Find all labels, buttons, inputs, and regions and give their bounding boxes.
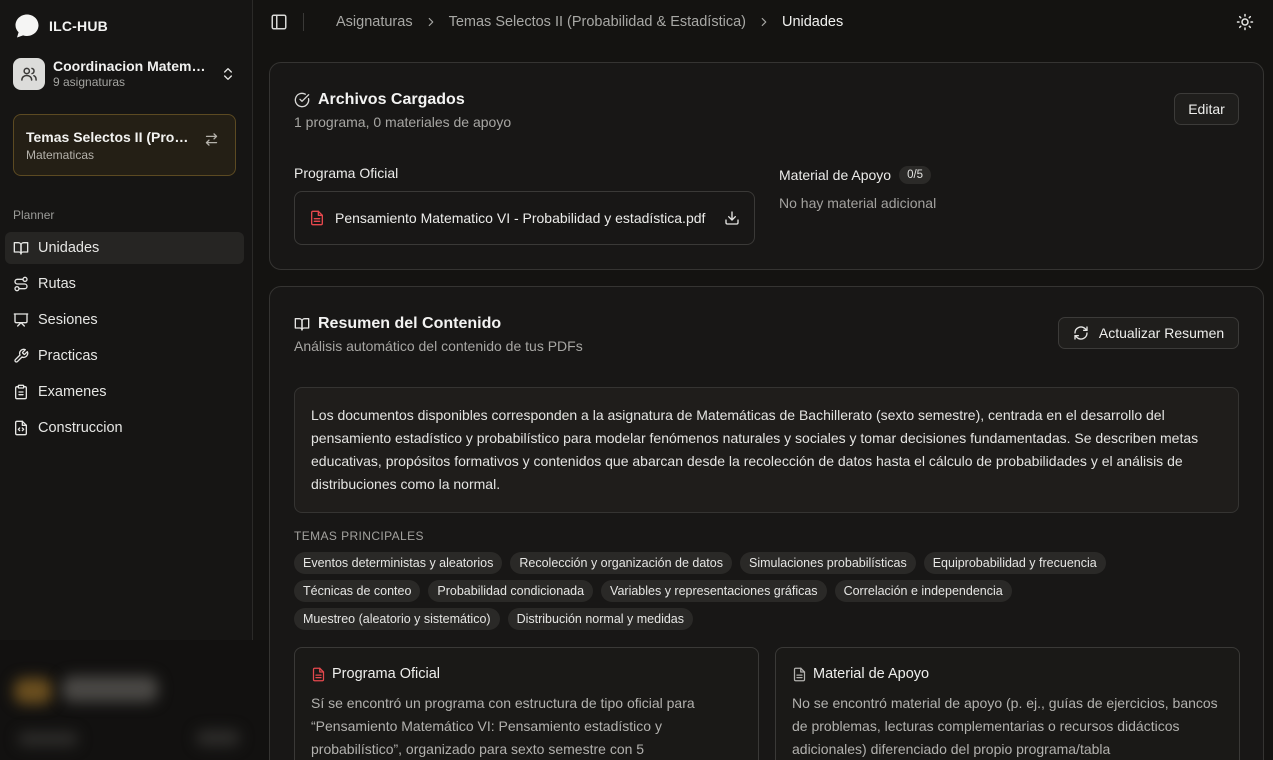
topic-chip: Muestreo (aleatorio y sistemático) xyxy=(294,608,500,630)
blurred-user-area xyxy=(0,640,270,760)
sidebar-item-label: Practicas xyxy=(38,348,98,364)
program-label: Programa Oficial xyxy=(294,165,399,181)
material-count-badge: 0/5 xyxy=(899,166,932,184)
workspace-subtitle: 9 asignaturas xyxy=(53,75,126,89)
workspace-switcher[interactable]: Coordinacion Matematicas 9 asignaturas xyxy=(13,57,238,91)
files-card-title: Archivos Cargados xyxy=(318,91,465,108)
topics-label: TEMAS PRINCIPALES xyxy=(294,529,424,543)
topbar-divider xyxy=(303,13,304,31)
material-summary-text: No se encontró material de apoyo (p. ej.… xyxy=(792,695,1218,757)
topic-chip: Correlación e independencia xyxy=(834,580,1012,602)
program-summary-card: Programa Oficial Sí se encontró un progr… xyxy=(294,647,759,760)
users-icon xyxy=(13,58,45,90)
material-label: Material de Apoyo xyxy=(779,167,892,183)
breadcrumb-asignaturas[interactable]: Asignaturas xyxy=(336,14,413,30)
refresh-summary-label: Actualizar Resumen xyxy=(1098,325,1225,341)
topic-chip: Simulaciones probabilísticas xyxy=(739,552,916,574)
sidebar-toggle-icon[interactable] xyxy=(270,13,288,31)
sidebar-item-rutas[interactable]: Rutas xyxy=(5,268,244,300)
sidebar-item-label: Examenes xyxy=(38,384,107,400)
topic-chip: Técnicas de conteo xyxy=(294,580,421,602)
material-summary-card: Material de Apoyo No se encontró materia… xyxy=(775,647,1240,760)
refresh-icon xyxy=(1074,326,1088,340)
route-icon xyxy=(14,276,28,292)
sidebar: ILC-HUB Coordinacion Matematicas 9 asign… xyxy=(0,0,270,760)
download-icon[interactable] xyxy=(724,210,740,226)
program-file-row[interactable]: Pensamiento Matematico VI - Probabilidad… xyxy=(294,191,755,245)
sun-theme-toggle-icon[interactable] xyxy=(1236,13,1254,31)
sidebar-item-practicas[interactable]: Practicas xyxy=(5,340,244,372)
topic-chip: Probabilidad condicionada xyxy=(428,580,594,602)
pdf-file-icon xyxy=(312,667,325,681)
material-summary-title: Material de Apoyo xyxy=(813,666,930,682)
topbar: Asignaturas Temas Selectos II (Probabili… xyxy=(254,0,1273,44)
chevron-right-icon xyxy=(428,17,433,27)
refresh-summary-button[interactable]: Actualizar Resumen xyxy=(1058,317,1239,349)
course-subtitle: Matematicas xyxy=(26,148,95,162)
sidebar-item-construccion[interactable]: Construccion xyxy=(5,412,244,444)
chevrons-up-down-icon xyxy=(224,68,232,80)
check-circle-icon xyxy=(294,92,310,108)
sidebar-item-label: Sesiones xyxy=(38,312,98,328)
edit-button[interactable]: Editar xyxy=(1174,93,1239,125)
file-text-icon xyxy=(793,667,806,681)
presentation-icon xyxy=(13,313,29,327)
app-name: ILC-HUB xyxy=(49,18,108,34)
breadcrumb-current: Unidades xyxy=(781,14,844,30)
material-label-row: Material de Apoyo 0/5 xyxy=(779,166,932,184)
book-open-icon xyxy=(13,242,29,255)
course-title: Temas Selectos II (Probabilidad & Estadí… xyxy=(26,129,196,145)
swap-icon xyxy=(205,133,218,146)
wrench-icon xyxy=(14,348,29,363)
planner-section-label: Planner xyxy=(13,208,55,222)
material-empty-text: No hay material adicional xyxy=(779,195,937,211)
sidebar-item-unidades[interactable]: Unidades xyxy=(5,232,244,264)
sidebar-item-label: Unidades xyxy=(38,240,100,256)
chevron-right-icon xyxy=(761,17,767,27)
topic-chip: Equiprobabilidad y frecuencia xyxy=(923,552,1106,574)
sidebar-item-label: Construccion xyxy=(38,420,123,436)
topic-chip: Eventos deterministas y aleatorios xyxy=(294,552,503,574)
program-file-name: Pensamiento Matematico VI - Probabilidad… xyxy=(335,210,706,226)
sidebar-item-label: Rutas xyxy=(38,276,76,292)
course-selector[interactable]: Temas Selectos II (Probabilidad & Estadí… xyxy=(13,114,236,176)
file-code-icon xyxy=(15,420,27,436)
brand[interactable]: ILC-HUB xyxy=(14,13,108,39)
clipboard-icon xyxy=(15,384,27,400)
topic-chip: Distribución normal y medidas xyxy=(507,608,694,630)
planner-nav: Unidades Rutas Sesiones Practicas Examen… xyxy=(5,232,244,448)
chat-bubble-logo-icon xyxy=(15,14,39,38)
summary-card-title: Resumen del Contenido xyxy=(318,315,502,332)
program-summary-title: Programa Oficial xyxy=(332,666,440,682)
program-summary-text: Sí se encontró un programa con estructur… xyxy=(311,695,695,757)
breadcrumb-course[interactable]: Temas Selectos II (Probabilidad & Estadí… xyxy=(449,14,746,30)
topic-chip: Variables y representaciones gráficas xyxy=(601,580,827,602)
topic-chip: Recolección y organización de datos xyxy=(510,552,732,574)
book-open-icon xyxy=(294,318,310,331)
files-card: Archivos Cargados 1 programa, 0 material… xyxy=(269,62,1264,270)
summary-text: Los documentos disponibles corresponden … xyxy=(294,387,1239,513)
sidebar-item-sesiones[interactable]: Sesiones xyxy=(5,304,244,336)
summary-card: Resumen del Contenido Análisis automátic… xyxy=(269,286,1264,760)
topic-chips: Eventos deterministas y aleatorios Recol… xyxy=(294,552,1244,636)
breadcrumb: Asignaturas Temas Selectos II (Probabili… xyxy=(336,14,843,30)
files-card-description: 1 programa, 0 materiales de apoyo xyxy=(294,114,512,130)
pdf-file-icon xyxy=(311,210,323,226)
summary-card-description: Análisis automático del contenido de tus… xyxy=(294,338,583,354)
workspace-title: Coordinacion Matematicas xyxy=(53,58,208,74)
sidebar-item-examenes[interactable]: Examenes xyxy=(5,376,244,408)
